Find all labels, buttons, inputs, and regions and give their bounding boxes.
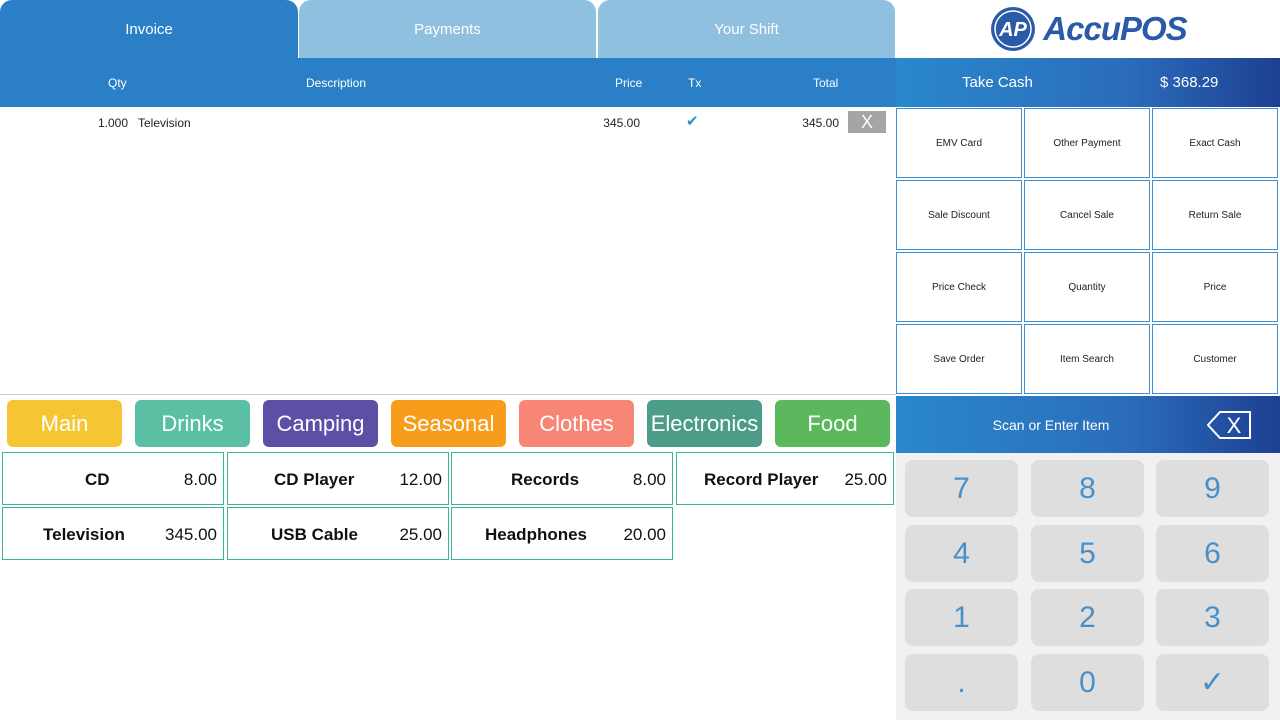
item-button-usb-cable[interactable]: USB Cable 25.00 — [227, 507, 449, 560]
key-4[interactable]: 4 — [905, 525, 1018, 582]
item-price: 345.00 — [165, 525, 217, 544]
tab-invoice[interactable]: Invoice — [0, 0, 298, 58]
key-7[interactable]: 7 — [905, 460, 1018, 517]
quantity-button[interactable]: Quantity — [1024, 252, 1150, 322]
line-total: 345.00 — [802, 116, 839, 130]
price-check-button[interactable]: Price Check — [896, 252, 1022, 322]
save-order-button[interactable]: Save Order — [896, 324, 1022, 394]
return-sale-button[interactable]: Return Sale — [1152, 180, 1278, 250]
line-price: 345.00 — [603, 116, 640, 130]
item-price: 8.00 — [632, 470, 666, 489]
exact-cash-button[interactable]: Exact Cash — [1152, 108, 1278, 178]
key-3[interactable]: 3 — [1156, 589, 1269, 646]
item-name: Records — [511, 470, 580, 489]
item-button-record-player[interactable]: Record Player 25.00 — [676, 452, 894, 505]
column-header-total: Total — [813, 76, 839, 90]
item-name: CD Player — [274, 470, 355, 489]
key-decimal[interactable]: . — [905, 654, 1018, 711]
invoice-header: Qty Description Price Tx Total — [0, 58, 896, 107]
item-price: 25.00 — [399, 525, 442, 544]
category-food[interactable]: Food — [775, 400, 890, 447]
item-price: 12.00 — [399, 470, 442, 489]
backspace-label: X — [1227, 413, 1242, 438]
item-name: USB Cable — [271, 525, 358, 544]
key-2[interactable]: 2 — [1031, 589, 1144, 646]
logo-initials: AP — [998, 19, 1027, 41]
category-clothes[interactable]: Clothes — [519, 400, 634, 447]
take-cash-button[interactable]: Take Cash $ 368.29 — [896, 58, 1280, 107]
key-5[interactable]: 5 — [1031, 525, 1144, 582]
item-price: 8.00 — [183, 470, 217, 489]
column-header-description: Description — [306, 76, 367, 90]
key-8[interactable]: 8 — [1031, 460, 1144, 517]
price-button[interactable]: Price — [1152, 252, 1278, 322]
emv-card-button[interactable]: EMV Card — [896, 108, 1022, 178]
category-main[interactable]: Main — [7, 400, 122, 447]
key-0[interactable]: 0 — [1031, 654, 1144, 711]
category-bar: Main Drinks Camping Seasonal Clothes Ele… — [0, 396, 896, 450]
tab-bar: Invoice Payments Your Shift — [0, 0, 896, 58]
key-9[interactable]: 9 — [1156, 460, 1269, 517]
column-header-qty: Qty — [108, 76, 127, 90]
customer-button[interactable]: Customer — [1152, 324, 1278, 394]
scan-item-input[interactable] — [896, 396, 1206, 453]
column-header-price: Price — [615, 76, 643, 90]
category-camping[interactable]: Camping — [263, 400, 378, 447]
invoice-line-item[interactable]: 1.000 Television 345.00 ✔ 345.00 X — [0, 107, 896, 137]
item-button-headphones[interactable]: Headphones 20.00 — [451, 507, 673, 560]
accupos-logo-icon: AP — [991, 7, 1036, 51]
cancel-sale-button[interactable]: Cancel Sale — [1024, 180, 1150, 250]
take-cash-label: Take Cash — [962, 74, 1033, 91]
item-name: CD — [85, 470, 110, 489]
function-button-grid: EMV Card Other Payment Exact Cash Sale D… — [896, 108, 1280, 395]
key-6[interactable]: 6 — [1156, 525, 1269, 582]
other-payment-button[interactable]: Other Payment — [1024, 108, 1150, 178]
tab-your-shift[interactable]: Your Shift — [598, 0, 895, 58]
line-description: Television — [138, 116, 191, 130]
item-button-records[interactable]: Records 8.00 — [451, 452, 673, 505]
item-name: Record Player — [704, 470, 819, 489]
item-price: 20.00 — [623, 525, 666, 544]
item-search-button[interactable]: Item Search — [1024, 324, 1150, 394]
category-drinks[interactable]: Drinks — [135, 400, 250, 447]
item-price: 25.00 — [844, 470, 887, 489]
column-header-tx: Tx — [688, 76, 702, 90]
numeric-keypad: 7 8 9 4 5 6 1 2 3 . 0 ✓ — [896, 453, 1280, 720]
brand-logo: AP AccuPOS — [896, 0, 1280, 58]
taxed-check-icon: ✔ — [686, 113, 699, 130]
item-button-cd[interactable]: CD 8.00 — [2, 452, 224, 505]
amount-due: $ 368.29 — [1160, 74, 1219, 91]
item-name: Headphones — [485, 525, 588, 544]
backspace-icon[interactable]: X — [1206, 411, 1252, 439]
category-electronics[interactable]: Electronics — [647, 400, 762, 447]
item-grid: CD 8.00 CD Player 12.00 Records 8.00 Rec… — [0, 451, 896, 720]
key-1[interactable]: 1 — [905, 589, 1018, 646]
item-name: Television — [43, 525, 125, 544]
item-button-cd-player[interactable]: CD Player 12.00 — [227, 452, 449, 505]
item-button-television[interactable]: Television 345.00 — [2, 507, 224, 560]
category-seasonal[interactable]: Seasonal — [391, 400, 506, 447]
sale-discount-button[interactable]: Sale Discount — [896, 180, 1022, 250]
logo-text: AccuPOS — [1043, 10, 1187, 47]
tab-payments[interactable]: Payments — [299, 0, 596, 58]
invoice-list: 1.000 Television 345.00 ✔ 345.00 X — [0, 107, 896, 395]
line-qty: 1.000 — [97, 116, 128, 130]
enter-check-icon[interactable]: ✓ — [1156, 654, 1269, 711]
delete-line-button[interactable]: X — [848, 111, 886, 133]
